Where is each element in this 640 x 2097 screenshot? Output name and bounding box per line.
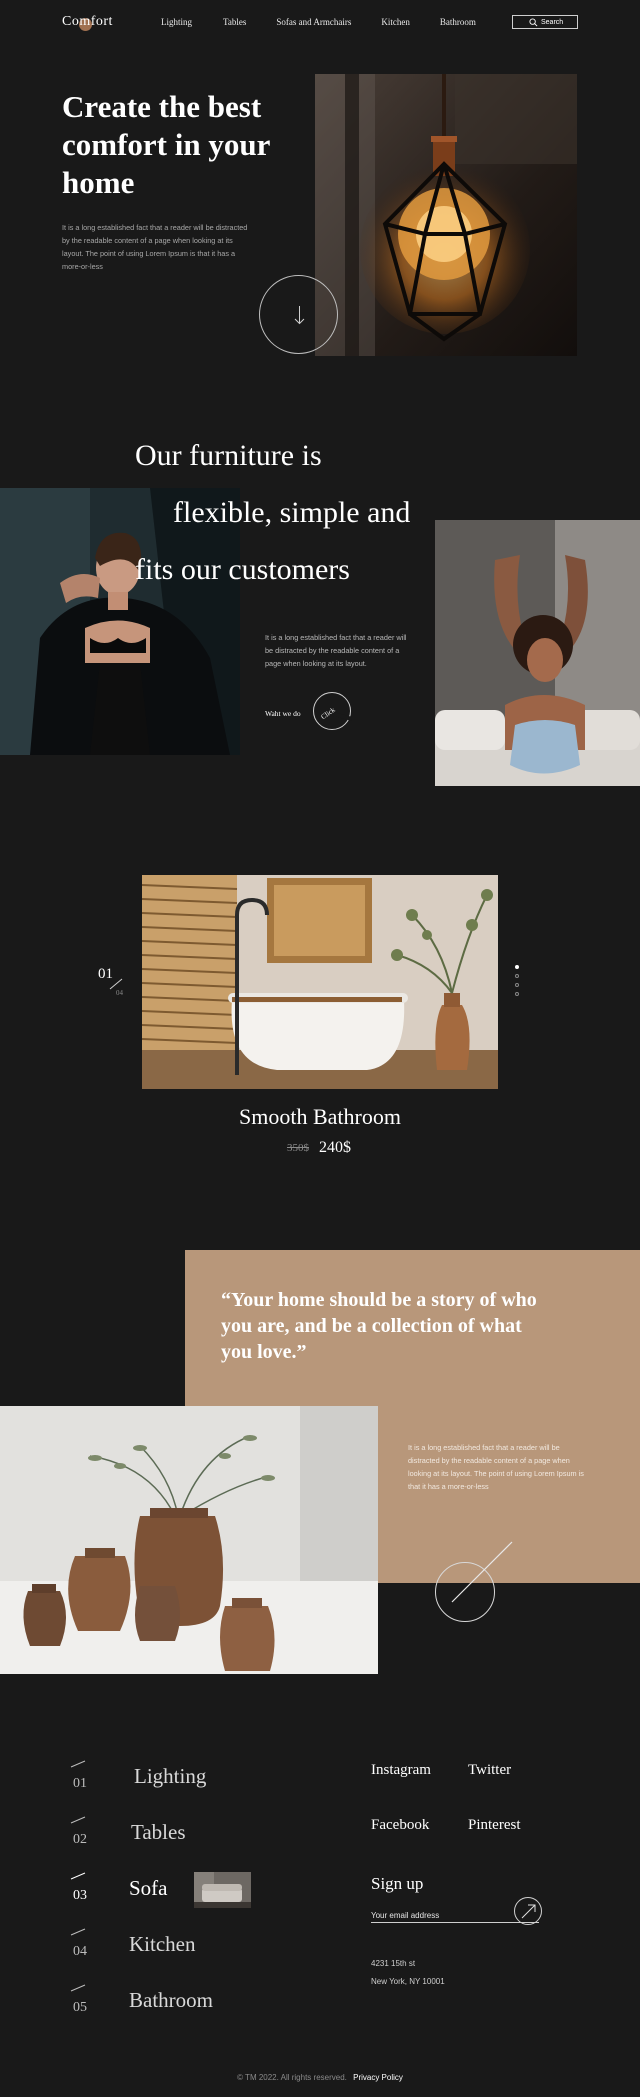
vases-image [0,1406,378,1674]
social-link-instagram[interactable]: Instagram [371,1762,431,1779]
about-image-woman [435,520,640,786]
nav-item-kitchen[interactable]: Kitchen [381,17,410,27]
logo[interactable]: Comfort [62,14,113,31]
click-circle-button[interactable]: Click [313,692,353,730]
category-label: Kitchen [129,1932,196,1956]
hero-title: Create the best comfort in your home [62,89,270,200]
main-nav: Lighting Tables Sofas and Armchairs Kitc… [161,17,476,27]
send-button[interactable] [514,1897,542,1925]
category-number: 02 [73,1832,87,1847]
nav-item-bathroom[interactable]: Bathroom [440,17,476,27]
nav-item-lighting[interactable]: Lighting [161,17,192,27]
social-link-pinterest[interactable]: Pinterest [468,1817,521,1834]
category-number: 04 [73,1944,87,1959]
quote-description: It is a long established fact that a rea… [408,1443,584,1491]
signup-heading: Sign up [371,1874,424,1893]
about-heading-line-3: fits our customers [135,553,350,586]
slider-dot-3[interactable] [515,983,519,987]
search-box[interactable]: Search [512,15,578,29]
old-price: 350$ [287,1142,309,1154]
new-price: 240$ [319,1139,351,1156]
slide-total-number: 04 [116,989,123,997]
sofa-thumbnail-image [194,1872,251,1908]
hero-description: It is a long established fact that a rea… [62,223,248,271]
hero-lamp-image [315,74,577,356]
nav-item-tables[interactable]: Tables [223,17,246,27]
footer-address: 4231 15th st New York, NY 10001 [371,1955,445,1991]
send-icon [521,1904,536,1919]
search-placeholder: Search [541,18,564,26]
search-icon [529,18,538,27]
privacy-policy-link[interactable]: Privacy Policy [353,2073,403,2082]
social-link-facebook[interactable]: Facebook [371,1817,429,1834]
slider-dot-2[interactable] [515,974,519,978]
copyright-text: © TM 2022. All rights reserved. [237,2073,347,2082]
about-description: It is a long established fact that a rea… [265,633,407,668]
nav-item-sofas[interactable]: Sofas and Armchairs [276,17,351,27]
about-heading-line-1: Our furniture is [135,439,322,472]
category-slash-icon [70,1816,86,1824]
category-number: 03 [73,1888,87,1903]
slider-dot-1[interactable] [515,965,519,969]
category-slash-icon [70,1872,86,1880]
footer-copyright-bar: © TM 2022. All rights reserved. Privacy … [0,2073,640,2082]
category-label: Sofa [129,1876,168,1900]
quote-text: “Your home should be a story of who you … [221,1289,537,1363]
arrow-down-icon [294,306,305,325]
social-link-twitter[interactable]: Twitter [468,1762,511,1779]
category-slash-icon [70,1760,86,1768]
slide-image-bathroom[interactable] [142,875,498,1089]
category-label: Tables [131,1820,186,1844]
category-number: 05 [73,2000,87,2015]
slider-dot-4[interactable] [515,992,519,996]
what-we-do-link[interactable]: Waht we do [265,709,301,718]
category-slash-icon [70,1928,86,1936]
category-slash-icon [70,1984,86,1992]
category-number: 01 [73,1776,87,1791]
slide-title: Smooth Bathroom [239,1104,401,1129]
quote-arrow-line [451,1541,513,1603]
address-line-2: New York, NY 10001 [371,1977,445,1986]
slider-dots [515,965,519,996]
address-line-1: 4231 15th st [371,1959,416,1968]
about-heading-line-2: flexible, simple and [173,496,411,529]
click-label: Click [320,706,337,722]
scroll-down-button[interactable] [259,275,338,354]
category-label: Bathroom [129,1988,213,2012]
category-label: Lighting [134,1764,207,1788]
